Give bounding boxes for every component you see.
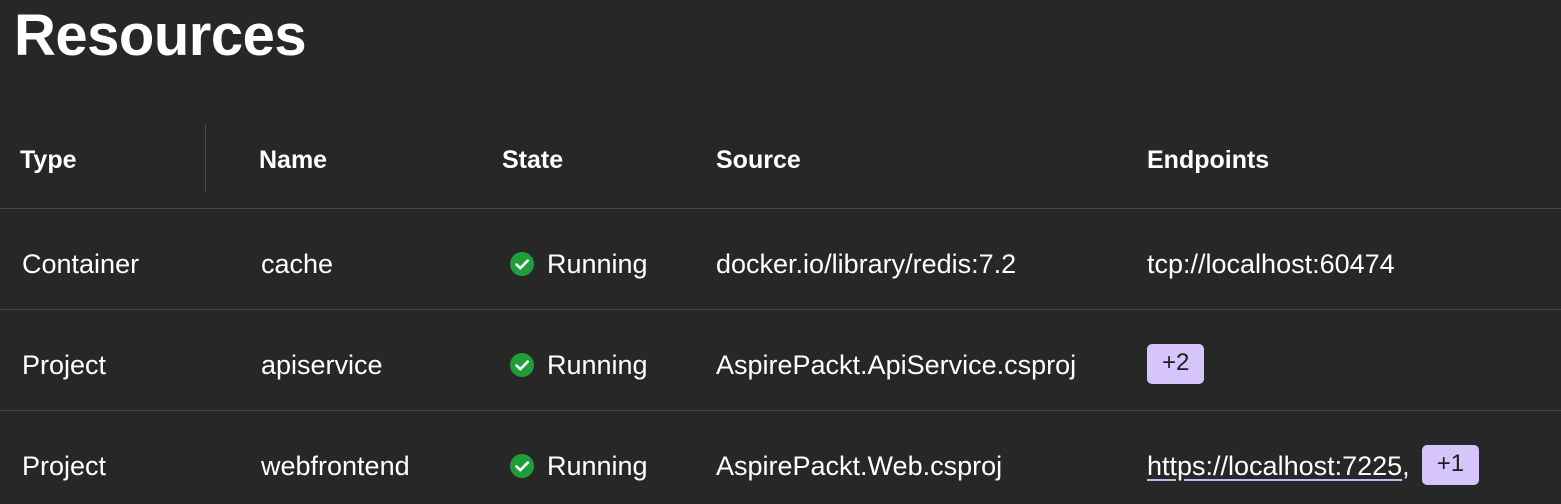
column-header-endpoints[interactable]: Endpoints	[1147, 124, 1269, 196]
column-resize-handle[interactable]	[205, 124, 206, 192]
check-circle-icon	[510, 353, 534, 377]
cell-state: Running	[509, 411, 648, 504]
endpoint-link[interactable]: https://localhost:7225	[1147, 451, 1402, 481]
cell-source: AspirePackt.ApiService.csproj	[716, 350, 1077, 380]
grid-header-row: Type Name State Source Endpoints	[0, 124, 1561, 209]
resources-grid: Type Name State Source Endpoints Contain…	[0, 124, 1561, 504]
cell-source: AspirePackt.Web.csproj	[716, 451, 1003, 481]
table-row[interactable]: Container cache Running docker.io/librar…	[0, 209, 1561, 310]
page-title: Resources	[14, 3, 307, 68]
state-label: Running	[547, 249, 648, 279]
cell-endpoints: +2	[1147, 310, 1205, 410]
cell-source: docker.io/library/redis:7.2	[716, 249, 1017, 279]
endpoint-text: tcp://localhost:60474	[1147, 249, 1395, 279]
endpoint-separator: ,	[1402, 451, 1410, 481]
cell-state: Running	[509, 209, 648, 309]
more-endpoints-badge[interactable]: +1	[1421, 444, 1480, 485]
cell-name: webfrontend	[261, 451, 410, 481]
cell-state: Running	[509, 310, 648, 410]
cell-type: Project	[22, 350, 107, 380]
table-row[interactable]: Project webfrontend Running AspirePackt.…	[0, 411, 1561, 504]
column-header-name[interactable]: Name	[259, 124, 327, 196]
check-circle-icon	[510, 454, 534, 478]
state-label: Running	[547, 350, 648, 380]
cell-name: cache	[261, 249, 334, 279]
column-header-state[interactable]: State	[502, 124, 567, 196]
more-endpoints-badge[interactable]: +2	[1147, 343, 1205, 384]
cell-type: Project	[22, 451, 107, 481]
cell-endpoints: tcp://localhost:60474	[1147, 209, 1395, 309]
check-circle-icon	[510, 252, 534, 276]
cell-type: Container	[22, 249, 140, 279]
column-header-source[interactable]: Source	[716, 124, 801, 196]
resources-page: Resources Type Name State Source Endpoin…	[0, 0, 1561, 504]
state-label: Running	[547, 451, 648, 481]
table-row[interactable]: Project apiservice Running AspirePackt.A…	[0, 310, 1561, 411]
cell-endpoints: https://localhost:7225, +1	[1147, 411, 1480, 504]
cell-name: apiservice	[261, 350, 383, 380]
column-header-type[interactable]: Type	[20, 124, 77, 196]
